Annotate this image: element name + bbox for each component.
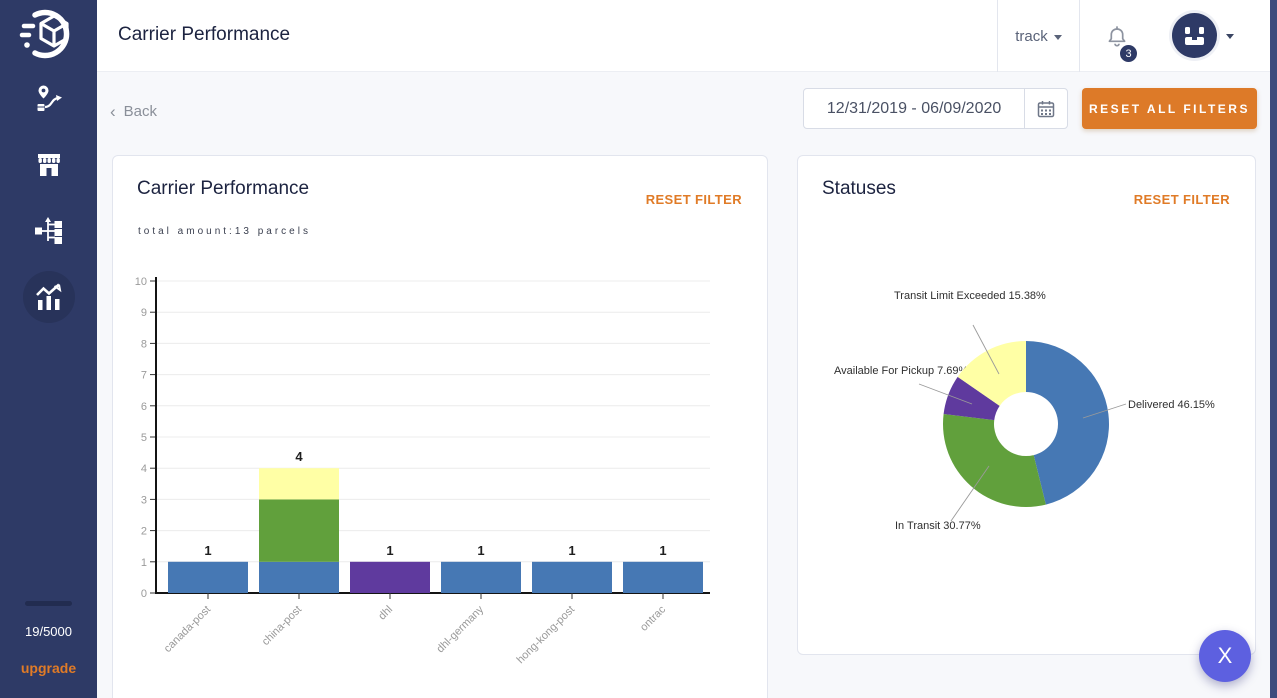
sidebar-item-tracking[interactable]	[0, 84, 97, 114]
statuses-card-title: Statuses	[822, 178, 896, 200]
svg-text:china-post: china-post	[260, 604, 304, 648]
sidebar-item-store[interactable]	[0, 150, 97, 180]
analytics-icon	[34, 282, 64, 312]
notification-badge: 3	[1119, 44, 1138, 63]
svg-text:8: 8	[141, 338, 147, 350]
sidebar-item-workflow[interactable]	[0, 216, 97, 246]
svg-text:1: 1	[141, 557, 147, 569]
svg-text:Available For Pickup 7.69%: Available For Pickup 7.69%	[834, 365, 969, 377]
svg-text:3: 3	[141, 494, 147, 506]
active-item-highlight	[23, 271, 75, 323]
svg-text:dhl-germany: dhl-germany	[434, 603, 486, 655]
page-scrollbar[interactable]	[1270, 0, 1277, 698]
date-range-picker: 12/31/2019 - 06/09/2020	[803, 88, 1068, 129]
svg-text:7: 7	[141, 370, 147, 382]
avatar-mouth	[1185, 37, 1204, 45]
reset-all-filters-button[interactable]: RESET ALL FILTERS	[1082, 88, 1257, 129]
track-dropdown-label: track	[1015, 28, 1048, 45]
statuses-card: Delivered 46.15% In Transit 30.77% Availab…	[797, 155, 1256, 655]
route-tracking-icon	[34, 84, 64, 114]
chat-fab-button[interactable]: X	[1199, 630, 1251, 682]
svg-text:ontrac: ontrac	[638, 603, 668, 633]
date-range-value[interactable]: 12/31/2019 - 06/09/2020	[804, 89, 1024, 128]
user-menu[interactable]	[1172, 13, 1234, 58]
total-amount-label: total amount:13 parcels	[138, 226, 311, 237]
calendar-icon	[1036, 99, 1056, 119]
calendar-button[interactable]	[1024, 89, 1067, 128]
sidebar-item-analytics[interactable]	[0, 271, 97, 323]
svg-text:9: 9	[141, 307, 147, 319]
page-title: Carrier Performance	[118, 24, 290, 46]
svg-text:Delivered 46.15%: Delivered 46.15%	[1128, 399, 1215, 411]
chevron-down-icon	[1226, 34, 1234, 39]
carrier-reset-filter-link[interactable]: RESET FILTER	[646, 192, 742, 207]
store-icon	[34, 150, 64, 180]
chevron-left-icon: ‹	[110, 104, 116, 119]
carrier-performance-card: Carrier Performance RESET FILTER total a…	[112, 155, 768, 698]
svg-text:6: 6	[141, 401, 147, 413]
svg-text:Transit Limit Exceeded 15.38%: Transit Limit Exceeded 15.38%	[894, 290, 1046, 302]
svg-text:1: 1	[386, 543, 393, 558]
upgrade-link[interactable]: upgrade	[0, 660, 97, 676]
pie-chart[interactable]: Delivered 46.15% In Transit 30.77% Availab…	[798, 156, 1257, 654]
header: Carrier Performance track 3	[97, 0, 1270, 72]
bar-chart[interactable]: 0 1 2 3 4 5 6 7 8 9 10 1 canada-post 4 china-post 1 dhl 1…	[128, 271, 753, 698]
carrier-card-title: Carrier Performance	[137, 178, 309, 200]
avatar-eye	[1199, 27, 1204, 34]
usage-count: 19/5000	[0, 624, 97, 639]
svg-text:10: 10	[135, 276, 147, 288]
svg-text:1: 1	[204, 543, 211, 558]
usage-progress-bar	[25, 601, 72, 606]
svg-text:1: 1	[477, 543, 484, 558]
svg-text:0: 0	[141, 588, 147, 600]
track-dropdown[interactable]: track	[997, 0, 1080, 72]
svg-text:In Transit 30.77%: In Transit 30.77%	[895, 520, 981, 532]
sidebar: 19/5000 upgrade	[0, 0, 97, 698]
svg-text:dhl: dhl	[376, 604, 395, 623]
svg-text:canada-post: canada-post	[162, 604, 213, 655]
statuses-reset-filter-link[interactable]: RESET FILTER	[1134, 192, 1230, 207]
svg-text:1: 1	[659, 543, 666, 558]
svg-text:hong-kong-post: hong-kong-post	[515, 604, 578, 667]
svg-text:4: 4	[141, 463, 147, 475]
avatar	[1172, 13, 1217, 58]
svg-text:5: 5	[141, 432, 147, 444]
workflow-icon	[34, 216, 64, 246]
avatar-eye	[1185, 27, 1190, 34]
svg-text:4: 4	[295, 449, 303, 464]
app-logo-icon[interactable]	[19, 6, 77, 62]
chevron-down-icon	[1054, 35, 1062, 40]
notifications-button[interactable]: 3	[1105, 25, 1139, 65]
back-button[interactable]: ‹ Back	[110, 103, 157, 120]
back-label: Back	[124, 103, 157, 120]
svg-text:2: 2	[141, 526, 147, 538]
svg-text:1: 1	[568, 543, 575, 558]
